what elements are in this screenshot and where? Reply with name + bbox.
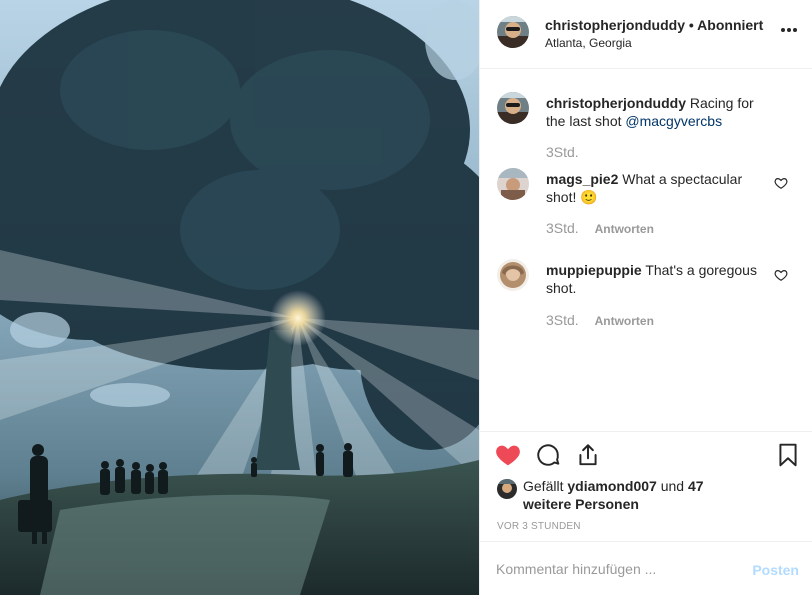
heart-filled-icon[interactable] [495, 442, 521, 468]
comment-meta: 3Std. Antworten [546, 220, 654, 236]
caption-text: christopherjonduddy Racing for the last … [546, 94, 766, 130]
caption-avatar[interactable] [497, 92, 529, 124]
forest-sunrays-photo [0, 0, 479, 595]
post-photo[interactable] [0, 0, 479, 595]
more-options-icon[interactable] [781, 28, 797, 34]
heart-outline-icon[interactable] [774, 268, 788, 282]
author-line: christopherjonduddy • Abonniert [545, 17, 763, 33]
follow-status[interactable]: Abonniert [697, 17, 763, 33]
caption-meta: 3Std. [546, 144, 579, 160]
comment-time[interactable]: 3Std. [546, 220, 579, 236]
post-comment-button[interactable]: Posten [752, 562, 799, 578]
post-actions: Gefällt ydiamond007 und 47 weitere Perso… [480, 431, 812, 541]
post-details-panel: christopherjonduddy • Abonniert Atlanta,… [479, 0, 812, 595]
comment-text: mags_pie2 What a spectacular shot! 🙂 [546, 170, 766, 206]
comment-time[interactable]: 3Std. [546, 312, 579, 328]
comment-username[interactable]: muppiepuppie [546, 262, 642, 278]
likes-conjunction: und [660, 478, 685, 494]
commenter-avatar[interactable] [497, 259, 529, 291]
likes-text: Gefällt ydiamond007 und 47 weitere Perso… [523, 477, 723, 513]
comment-input[interactable] [496, 554, 736, 584]
commenter-avatar[interactable] [497, 168, 529, 200]
comment-meta: 3Std. Antworten [546, 312, 654, 328]
post-location[interactable]: Atlanta, Georgia [545, 36, 632, 50]
caption-username[interactable]: christopherjonduddy [546, 95, 686, 111]
share-icon[interactable] [575, 442, 601, 468]
heart-outline-icon[interactable] [774, 176, 788, 190]
add-comment-bar: Posten [480, 541, 812, 595]
separator-dot: • [688, 17, 694, 33]
comment-icon[interactable] [535, 442, 561, 468]
author-avatar[interactable] [497, 16, 529, 48]
caption-mention[interactable]: @macgyvercbs [625, 113, 722, 129]
comment-username[interactable]: mags_pie2 [546, 171, 618, 187]
author-username[interactable]: christopherjonduddy [545, 17, 685, 33]
comment-text: muppiepuppie That's a goregous shot. [546, 261, 766, 297]
liker-username[interactable]: ydiamond007 [567, 478, 656, 494]
post-header: christopherjonduddy • Abonniert Atlanta,… [480, 0, 812, 69]
reply-button[interactable]: Antworten [595, 314, 654, 328]
liker-avatar[interactable] [497, 479, 517, 499]
bookmark-icon[interactable] [775, 442, 801, 468]
reply-button[interactable]: Antworten [595, 222, 654, 236]
likes-prefix: Gefällt [523, 478, 564, 494]
caption-time[interactable]: 3Std. [546, 144, 579, 160]
post-timestamp[interactable]: VOR 3 STUNDEN [497, 521, 581, 532]
comments-list[interactable]: christopherjonduddy Racing for the last … [480, 69, 812, 431]
instagram-post: christopherjonduddy • Abonniert Atlanta,… [0, 0, 812, 595]
